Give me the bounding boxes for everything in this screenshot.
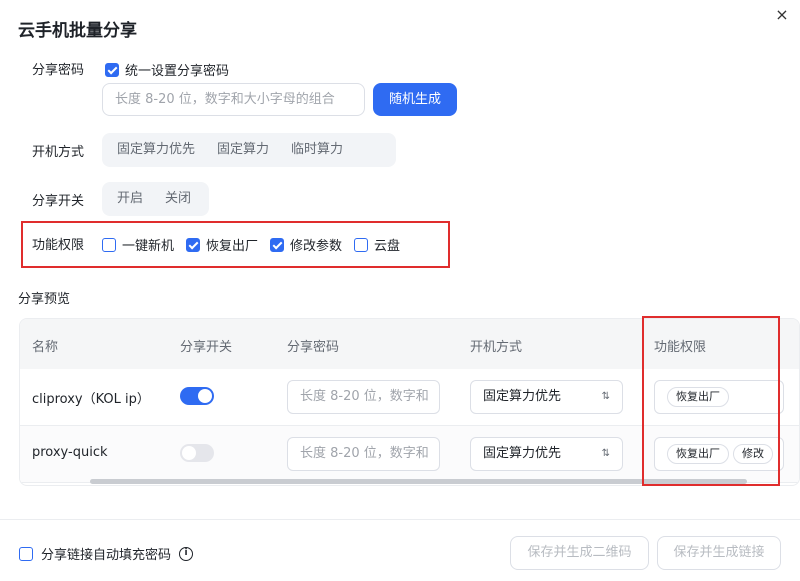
boot-mode-option-fixed-first[interactable]: 固定算力优先 xyxy=(106,137,206,163)
column-header-boot-mode: 开机方式 xyxy=(470,340,523,355)
footer-divider xyxy=(0,519,800,520)
boot-mode-option-temporary[interactable]: 临时算力 xyxy=(280,137,354,163)
share-switch-segmented: 开启 关闭 xyxy=(102,182,209,216)
random-generate-button[interactable]: 随机生成 xyxy=(373,83,457,116)
autofill-password-checkbox[interactable]: 分享链接自动填充密码 i xyxy=(19,544,194,563)
unify-password-label: 统一设置分享密码 xyxy=(125,64,230,79)
row-boot-mode-select[interactable]: 固定算力优先 ⇅ xyxy=(470,437,623,471)
row-boot-mode-select[interactable]: 固定算力优先 ⇅ xyxy=(470,380,623,414)
row-boot-mode-value: 固定算力优先 xyxy=(483,446,562,461)
share-password-input[interactable]: 长度 8-20 位，数字和大小字母的组合 xyxy=(102,83,365,116)
save-generate-qr-button[interactable]: 保存并生成二维码 xyxy=(510,536,649,570)
row-boot-mode-value: 固定算力优先 xyxy=(483,389,562,404)
checkbox-box[interactable] xyxy=(105,62,119,77)
row-name: cliproxy（KOL ip） xyxy=(32,392,150,407)
row-password-input[interactable]: 长度 8-20 位，数字和 xyxy=(287,380,440,414)
unify-password-checkbox[interactable]: 统一设置分享密码 xyxy=(105,60,229,79)
row-name: proxy-quick xyxy=(32,445,108,460)
boot-mode-segmented: 固定算力优先 固定算力 临时算力 xyxy=(102,133,396,167)
column-header-switch: 分享开关 xyxy=(180,340,233,355)
permissions-highlight-box xyxy=(21,221,450,268)
chevron-updown-icon: ⇅ xyxy=(601,391,610,402)
boot-mode-option-fixed[interactable]: 固定算力 xyxy=(206,137,280,163)
column-header-password: 分享密码 xyxy=(287,340,340,355)
preview-label: 分享预览 xyxy=(18,292,71,307)
share-password-label: 分享密码 xyxy=(32,63,85,78)
row-password-input[interactable]: 长度 8-20 位，数字和 xyxy=(287,437,440,471)
info-icon[interactable]: i xyxy=(179,546,194,561)
share-switch-option-on[interactable]: 开启 xyxy=(106,186,154,212)
checkbox-box[interactable] xyxy=(19,546,33,561)
autofill-password-label: 分享链接自动填充密码 xyxy=(41,548,172,563)
chevron-updown-icon: ⇅ xyxy=(601,448,610,459)
save-generate-link-button[interactable]: 保存并生成链接 xyxy=(657,536,781,570)
share-switch-label: 分享开关 xyxy=(32,194,85,209)
share-switch-option-off[interactable]: 关闭 xyxy=(154,186,202,212)
dialog-title: 云手机批量分享 xyxy=(18,21,137,41)
row-share-toggle[interactable] xyxy=(180,387,214,405)
boot-mode-label: 开机方式 xyxy=(32,145,85,160)
row-share-toggle[interactable] xyxy=(180,444,214,462)
permissions-column-highlight-box xyxy=(642,316,780,486)
close-icon[interactable]: × xyxy=(773,6,791,24)
column-header-name: 名称 xyxy=(32,340,59,355)
